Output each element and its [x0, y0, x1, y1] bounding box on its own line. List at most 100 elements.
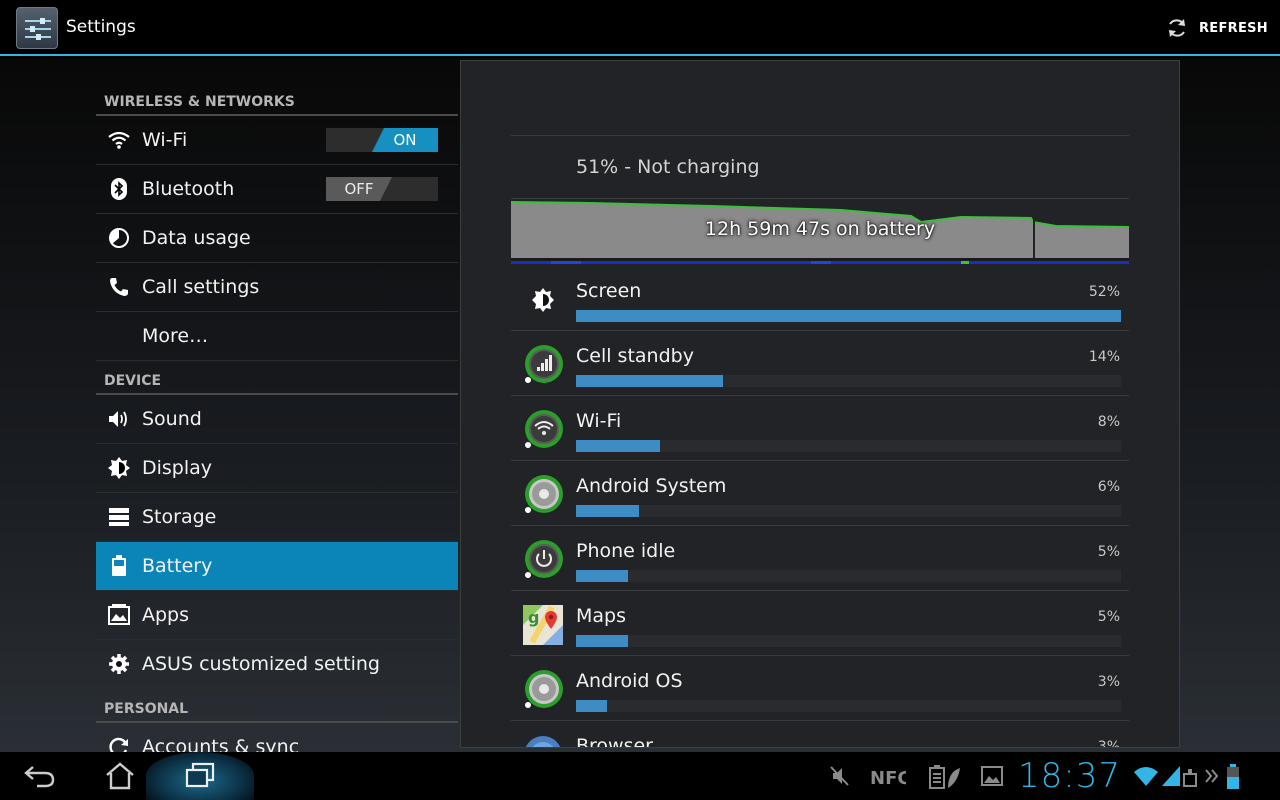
sidebar-item-more[interactable]: More… [96, 312, 458, 361]
apps-icon [106, 602, 132, 628]
usage-bar-fill [576, 375, 723, 387]
usage-row[interactable]: Browser 3% [511, 721, 1129, 748]
battery-status: 51% - Not charging [576, 156, 760, 178]
back-button[interactable] [0, 752, 80, 800]
home-icon [106, 762, 134, 790]
refresh-icon [1168, 19, 1185, 37]
sidebar-item-battery[interactable]: Battery [96, 542, 458, 591]
sidebar-item-label: Call settings [142, 276, 260, 298]
brightness-icon [521, 278, 565, 322]
usage-percent: 8% [1097, 414, 1120, 430]
signal-icon [1162, 766, 1180, 786]
battery-icon [106, 553, 132, 579]
sidebar-item-label: Storage [142, 506, 217, 528]
refresh-label: REFRESH [1198, 20, 1268, 36]
usage-row[interactable]: Phone idle 5% [511, 526, 1129, 591]
usage-row[interactable]: Android OS 3% [511, 656, 1129, 721]
phone-icon [106, 274, 132, 300]
browser-icon [521, 733, 565, 747]
usage-bar-track [576, 700, 1121, 712]
usage-name: Phone idle [576, 540, 676, 562]
sidebar-item-storage[interactable]: Storage [96, 493, 458, 542]
usage-bar-fill [576, 635, 629, 647]
back-icon [24, 766, 55, 788]
nfc-icon: NFC [870, 768, 906, 788]
usage-name: Android System [576, 475, 727, 497]
settings-app-icon[interactable] [16, 7, 58, 49]
usage-bar-fill [576, 440, 660, 452]
sidebar-item-data-usage[interactable]: Data usage [96, 214, 458, 263]
usage-name: Maps [576, 605, 626, 627]
sidebar-item-label: Display [142, 457, 213, 479]
battery-status-icon [1227, 764, 1239, 789]
usage-bar-fill [576, 700, 608, 712]
sidebar-item-apps[interactable]: Apps [96, 591, 458, 640]
divider [511, 198, 1129, 199]
usage-row[interactable]: Wi-Fi 8% [511, 396, 1129, 461]
wifi-toggle[interactable]: ON [326, 128, 438, 152]
usage-percent: 3% [1097, 739, 1120, 748]
divider [511, 135, 1129, 136]
status-area[interactable]: NFC 18:37 [820, 752, 1280, 800]
usage-bar-track [576, 375, 1121, 387]
clock: 18:37 [1018, 756, 1121, 796]
section-header-wireless: WIRELESS & NETWORKS [96, 58, 458, 116]
usage-bar-track [576, 310, 1121, 322]
usage-name: Cell standby [576, 345, 694, 367]
data-usage-icon [106, 225, 132, 251]
bluetooth-icon [106, 176, 132, 202]
sidebar-item-label: Accounts & sync [142, 736, 300, 752]
sidebar-item-bluetooth[interactable]: Bluetooth OFF [96, 165, 458, 214]
usage-percent: 14% [1088, 349, 1120, 365]
usage-row[interactable]: Android System 6% [511, 461, 1129, 526]
usage-bar-track [576, 570, 1121, 582]
usage-name: Wi-Fi [576, 410, 622, 432]
settings-list[interactable]: WIRELESS & NETWORKS Wi-Fi ON Bluetooth O… [96, 58, 458, 752]
usage-percent: 52% [1088, 284, 1120, 300]
sync-icon [106, 734, 132, 752]
usage-row[interactable]: Screen 52% [511, 266, 1129, 331]
recent-apps-button[interactable] [160, 752, 240, 800]
toggle-off-label: OFF [326, 177, 392, 201]
sidebar-item-sound[interactable]: Sound [96, 395, 458, 444]
usage-percent: 5% [1097, 544, 1120, 560]
sidebar-item-label: Sound [142, 408, 202, 430]
page-title: Settings [66, 17, 136, 37]
sidebar-item-accounts[interactable]: Accounts & sync [96, 723, 458, 752]
sidebar-item-asus[interactable]: ASUS customized setting [96, 640, 458, 689]
toggle-on-label: ON [372, 128, 438, 152]
gallery-icon [981, 766, 1003, 786]
usage-name: Screen [576, 280, 642, 302]
sidebar-item-display[interactable]: Display [96, 444, 458, 493]
section-header-device: DEVICE [96, 361, 458, 395]
maps-icon: g [521, 603, 565, 647]
usage-bar-track [576, 440, 1121, 452]
usage-row[interactable]: g Maps 5% [511, 591, 1129, 656]
battery-graph-label: 12h 59m 47s on battery [704, 218, 936, 240]
power-icon [521, 538, 565, 582]
sidebar-item-label: Bluetooth [142, 178, 235, 200]
refresh-button[interactable]: REFRESH [1161, 12, 1272, 44]
sidebar-item-label: More… [142, 325, 209, 347]
sim-icon [1183, 769, 1197, 787]
battery-panel: 51% - Not charging 12h 59m 47s on batter… [460, 60, 1180, 748]
bluetooth-toggle[interactable]: OFF [326, 177, 438, 201]
navigation-bar: NFC 18:37 [0, 752, 1280, 800]
android-os-icon [521, 668, 565, 712]
usage-name: Browser [576, 735, 653, 748]
wifi-icon [106, 127, 132, 153]
usage-percent: 6% [1097, 479, 1120, 495]
sidebar-item-call-settings[interactable]: Call settings [96, 263, 458, 312]
cell-signal-icon [521, 343, 565, 387]
battery-history-graph[interactable]: 12h 59m 47s on battery [510, 200, 1130, 264]
svg-text:g: g [528, 608, 539, 627]
usage-bar-fill [576, 310, 1121, 322]
sidebar-item-label: ASUS customized setting [142, 653, 380, 675]
usage-bar-fill [576, 570, 629, 582]
speaker-icon [106, 406, 132, 432]
usage-row[interactable]: Cell standby 14% [511, 331, 1129, 396]
sidebar-item-wifi[interactable]: Wi-Fi ON [96, 116, 458, 165]
home-button[interactable] [80, 752, 160, 800]
brightness-icon [106, 455, 132, 481]
usage-bar-fill [576, 505, 639, 517]
